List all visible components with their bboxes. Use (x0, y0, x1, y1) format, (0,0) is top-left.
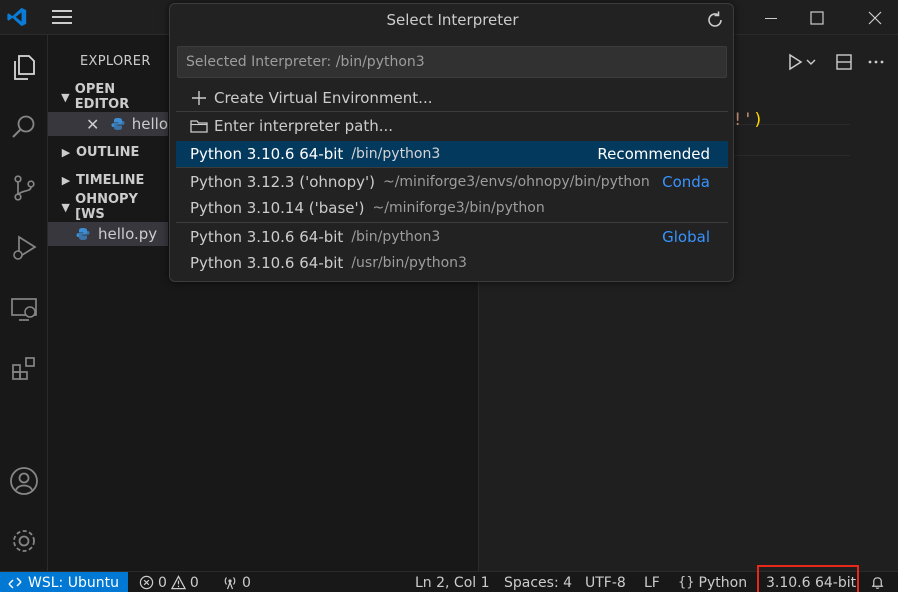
chevron-down-icon: ▼ (61, 200, 70, 214)
file-name: hello.py (98, 225, 158, 243)
open-editor-item[interactable]: ✕ hello (48, 112, 168, 136)
section-outline[interactable]: ▶ OUTLINE (48, 140, 168, 164)
accounts-icon[interactable] (0, 457, 48, 505)
section-label: OHNOPY [WS (75, 192, 138, 222)
indentation[interactable]: Spaces: 4 (504, 572, 572, 592)
vscode-logo-icon[interactable] (6, 6, 28, 28)
search-icon[interactable] (0, 103, 48, 151)
option-label: Create Virtual Environment... (214, 89, 433, 107)
close-icon (868, 11, 882, 24)
interpreter-option[interactable]: Python 3.10.6 64-bit /bin/python3 Global (176, 224, 728, 250)
braces-icon: {} (678, 575, 695, 590)
separator (176, 222, 728, 223)
plus-icon (190, 89, 208, 107)
split-editor-icon[interactable] (833, 51, 855, 73)
broadcast-icon (224, 577, 236, 590)
remote-label: WSL: Ubuntu (28, 574, 119, 591)
conda-group-label: Conda (662, 173, 710, 191)
warning-count: 0 (189, 574, 199, 591)
notifications-button[interactable] (870, 572, 885, 592)
interpreter-label: Python 3.10.6 64-bit (190, 254, 344, 272)
interpreter-label: Python 3.10.6 64-bit (190, 228, 344, 246)
recommended-badge: Recommended (597, 145, 710, 163)
settings-gear-icon[interactable] (0, 517, 48, 565)
sidebar-title: EXPLORER (80, 54, 151, 69)
interpreter-search-input-wrapper (177, 46, 727, 78)
status-bar: WSL: Ubuntu 0 0 0 Ln 2, Col 1 Spaces: 4 … (0, 565, 898, 592)
interpreter-path: ~/miniforge3/bin/python (372, 200, 545, 216)
folder-icon (190, 117, 208, 135)
chevron-right-icon: ▶ (61, 145, 71, 159)
interpreter-label: Python 3.10.6 64-bit (190, 145, 344, 163)
error-count: 0 (158, 574, 167, 591)
interpreter-path: ~/miniforge3/envs/ohnopy/bin/python (382, 174, 650, 190)
close-window-button[interactable] (852, 0, 898, 35)
remote-explorer-icon[interactable] (0, 285, 48, 333)
maximize-icon (810, 10, 824, 25)
select-interpreter-quick-pick: Select Interpreter Create Virtual Enviro… (169, 3, 734, 282)
option-label: Enter interpreter path... (214, 117, 394, 135)
error-icon (139, 575, 154, 590)
chevron-down-icon: ▼ (61, 90, 70, 104)
interpreter-path: /bin/python3 (351, 146, 441, 162)
interpreter-option[interactable]: Python 3.10.6 64-bit /bin/python3 Recomm… (176, 141, 728, 167)
more-actions-icon[interactable] (865, 51, 887, 73)
workspace-file-item[interactable]: hello.py (48, 222, 168, 246)
maximize-button[interactable] (794, 0, 840, 35)
interpreter-path: /bin/python3 (351, 229, 441, 245)
activity-bar (0, 35, 48, 571)
interpreter-highlight-box (757, 565, 859, 592)
refresh-icon[interactable] (705, 10, 725, 30)
bell-icon (871, 577, 884, 589)
cursor-position[interactable]: Ln 2, Col 1 (415, 572, 490, 592)
problems-indicator[interactable]: 0 0 (139, 572, 199, 592)
ports-indicator[interactable]: 0 (222, 572, 251, 592)
global-group-label: Global (662, 228, 710, 246)
menu-icon[interactable] (50, 8, 74, 26)
separator (176, 167, 728, 168)
interpreter-path: /usr/bin/python3 (351, 255, 467, 271)
interpreter-option[interactable]: Python 3.10.14 ('base') ~/miniforge3/bin… (176, 195, 728, 221)
ports-count: 0 (242, 574, 251, 591)
interpreter-option[interactable]: Python 3.10.6 64-bit /usr/bin/python3 (176, 250, 728, 276)
explorer-icon[interactable] (0, 43, 48, 91)
language-mode[interactable]: {} Python (678, 572, 747, 592)
interpreter-label: Python 3.12.3 ('ohnopy') (190, 173, 375, 191)
enter-path-option[interactable]: Enter interpreter path... (176, 113, 728, 139)
chevron-down-icon[interactable] (804, 51, 818, 73)
encoding[interactable]: UTF-8 (585, 572, 626, 592)
section-label: TIMELINE (76, 172, 145, 188)
remote-indicator[interactable]: WSL: Ubuntu (0, 572, 128, 592)
separator (176, 111, 728, 112)
section-label: OUTLINE (76, 144, 140, 160)
minimize-icon (765, 17, 777, 19)
section-label: OPEN EDITOR (74, 82, 130, 112)
code-paren: ) (752, 110, 764, 130)
interpreter-label: Python 3.10.14 ('base') (190, 199, 365, 217)
source-control-icon[interactable] (0, 164, 48, 212)
run-debug-icon[interactable] (0, 224, 48, 272)
extensions-icon[interactable] (0, 345, 48, 393)
remote-icon (8, 576, 22, 589)
language-label: Python (698, 574, 748, 591)
interpreter-option[interactable]: Python 3.12.3 ('ohnopy') ~/miniforge3/en… (176, 169, 728, 195)
file-name: hello (131, 115, 168, 133)
section-open-editors[interactable]: ▼ OPEN EDITOR (48, 82, 168, 112)
close-icon[interactable]: ✕ (86, 115, 104, 134)
interpreter-search-input[interactable] (186, 54, 726, 70)
minimize-button[interactable] (748, 0, 794, 35)
quick-pick-title: Select Interpreter (386, 11, 519, 29)
run-python-file-icon[interactable] (784, 51, 806, 73)
chevron-right-icon: ▶ (61, 173, 71, 187)
create-venv-option[interactable]: Create Virtual Environment... (176, 85, 728, 111)
section-workspace[interactable]: ▼ OHNOPY [WS (48, 192, 168, 222)
end-of-line[interactable]: LF (644, 572, 660, 592)
section-timeline[interactable]: ▶ TIMELINE (48, 168, 168, 192)
warning-icon (170, 575, 186, 590)
python-file-icon (110, 115, 126, 133)
python-file-icon (74, 225, 92, 243)
